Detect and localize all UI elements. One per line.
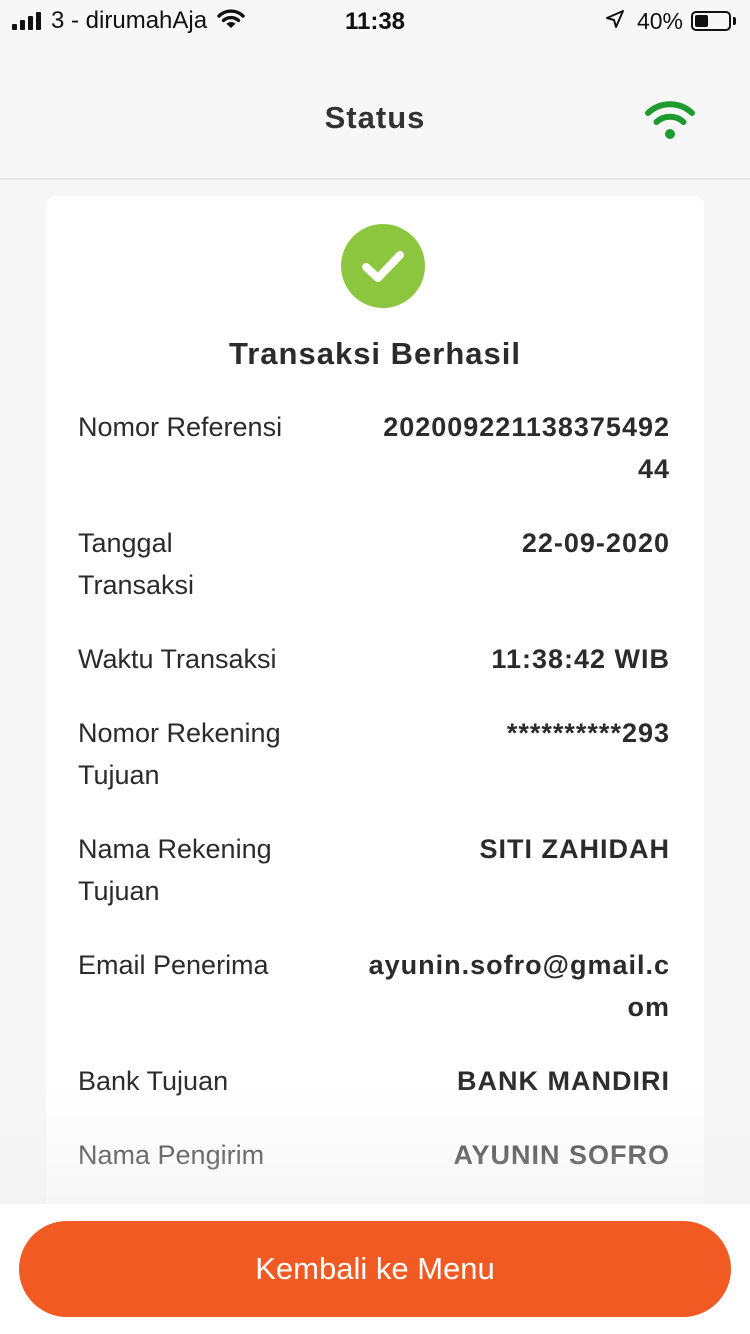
battery-level: [695, 15, 708, 27]
page-title: Status: [324, 100, 426, 135]
detail-label: Nomor Rekening Tujuan: [78, 718, 281, 790]
battery-percentage: 40%: [636, 7, 683, 34]
wifi-icon: [644, 100, 696, 145]
bottom-bar: Kembali ke Menu: [0, 1204, 750, 1334]
detail-label: Nomor Referensi: [78, 412, 283, 442]
detail-value: SITI ZAHIDAH: [479, 834, 670, 864]
detail-label: Nama Pengirim: [78, 1140, 265, 1170]
detail-label: Tanggal Transaksi: [78, 528, 195, 600]
transaction-card: Transaksi Berhasil Nomor Referensi 20200…: [46, 196, 704, 1216]
detail-label: Bank Tujuan: [78, 1066, 229, 1096]
status-bar: 3 - dirumahAja 11:38 40%: [0, 0, 750, 44]
detail-value: ayunin.sofro@gmail.com: [368, 950, 670, 1022]
status-bar-right: 40%: [605, 8, 736, 34]
back-to-menu-button[interactable]: Kembali ke Menu: [19, 1221, 731, 1317]
detail-value: BANK MANDIRI: [457, 1066, 670, 1096]
check-icon: [341, 224, 425, 308]
battery-icon: [691, 11, 731, 31]
detail-value: 11:38:42 WIB: [491, 644, 670, 674]
app-header: Status: [0, 44, 750, 180]
detail-value: AYUNIN SOFRO: [453, 1140, 670, 1170]
detail-value: 20200922113837549244: [383, 412, 670, 484]
transaction-status-title: Transaksi Berhasil: [229, 336, 521, 371]
location-arrow-icon: [605, 9, 625, 34]
detail-value: **********293: [506, 718, 670, 748]
detail-label: Email Penerima: [78, 950, 269, 980]
detail-value: 22-09-2020: [521, 528, 670, 558]
battery-tip: [733, 17, 736, 25]
detail-label: Waktu Transaksi: [78, 644, 277, 674]
detail-label: Nama Rekening Tujuan: [78, 834, 272, 906]
